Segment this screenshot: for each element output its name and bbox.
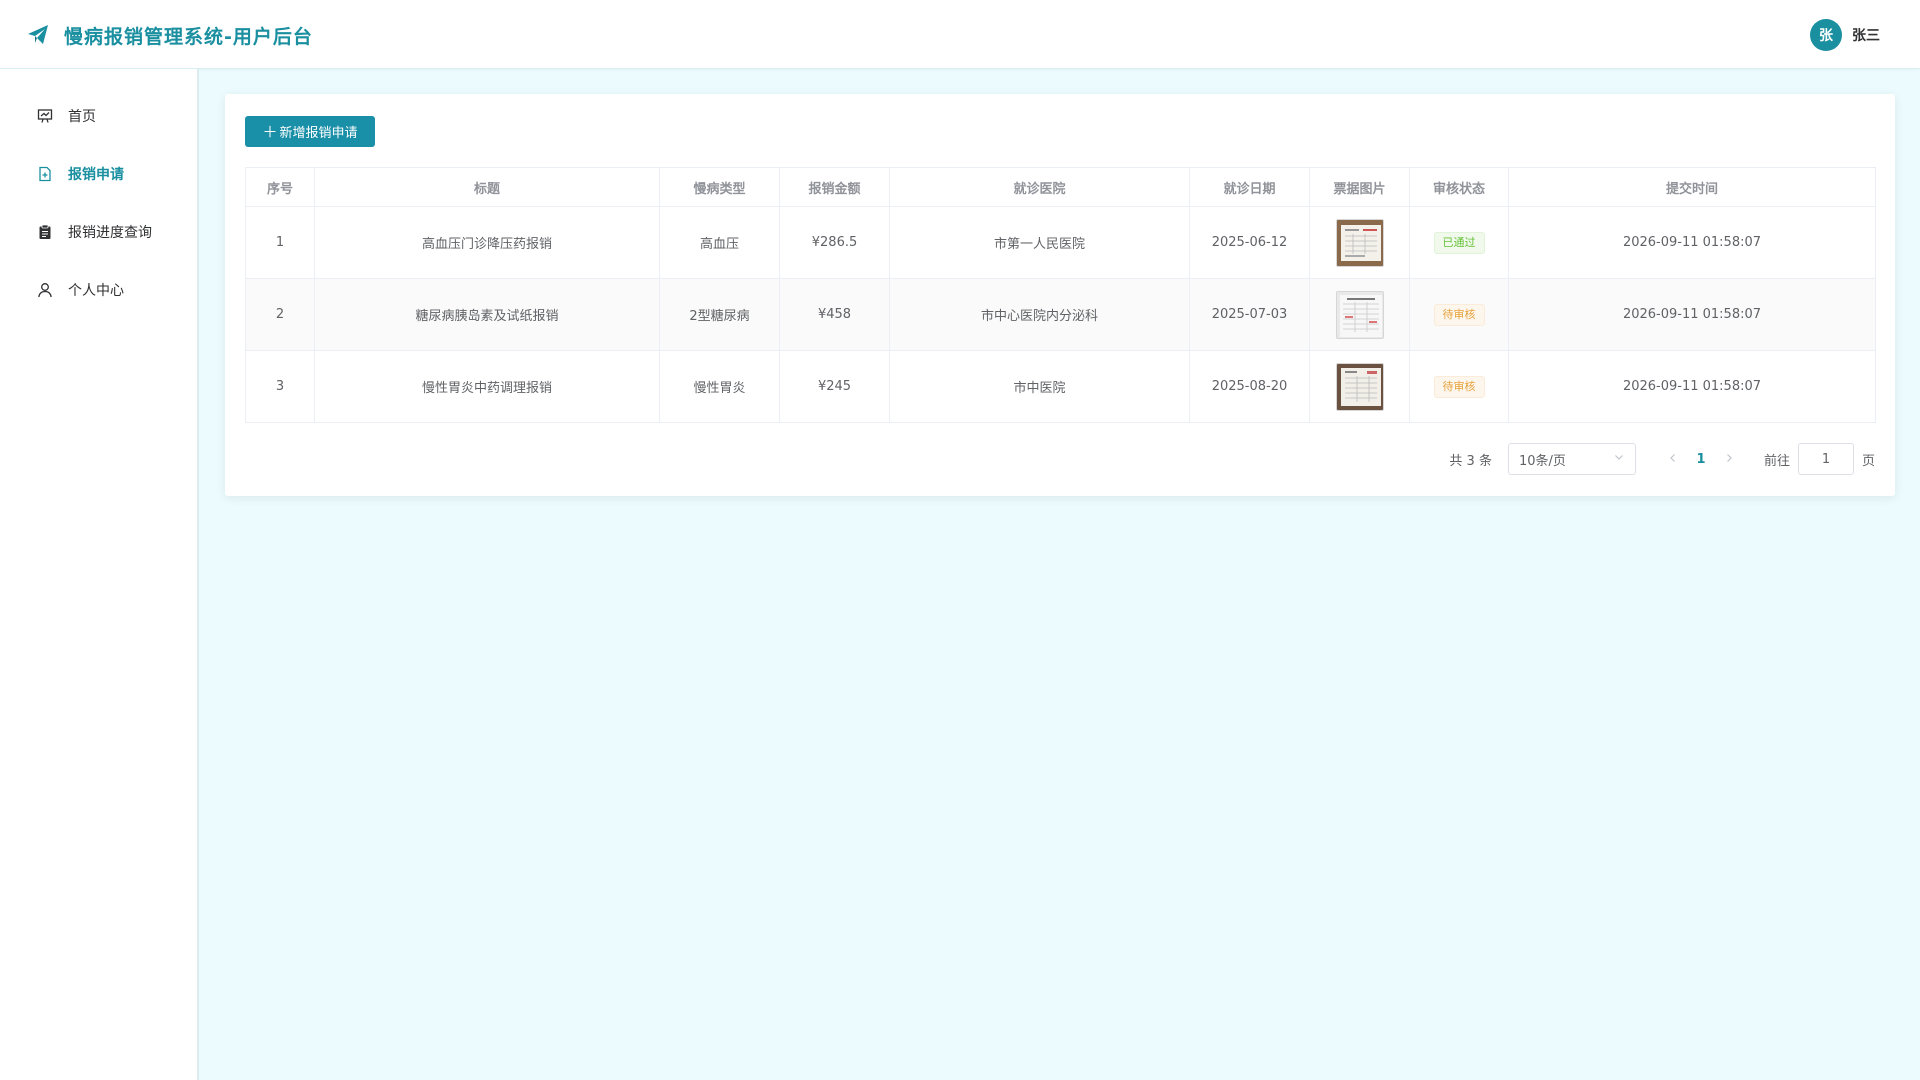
avatar[interactable]: 张 xyxy=(1810,19,1842,51)
brand[interactable]: 慢病报销管理系统-用户后台 xyxy=(26,20,313,50)
cell-visit-date: 2025-07-03 xyxy=(1189,278,1310,351)
cell-status: 已通过 xyxy=(1409,206,1509,279)
cell-receipt-image xyxy=(1309,278,1410,351)
page-size-value: 10条/页 xyxy=(1518,453,1566,469)
goto-page-input[interactable] xyxy=(1797,443,1854,475)
cell-submit-time: 2026-09-11 01:58:07 xyxy=(1508,206,1876,279)
sidebar-item-home[interactable]: 首页 xyxy=(0,96,197,136)
cell-index: 1 xyxy=(245,206,315,279)
chevron-down-icon xyxy=(1613,451,1625,467)
app-title: 慢病报销管理系统-用户后台 xyxy=(64,25,313,48)
cell-amount: ¥245 xyxy=(779,350,890,423)
cell-index: 2 xyxy=(245,278,315,351)
reimbursement-table: 序号 标题 慢病类型 报销金额 就诊医院 就诊日期 票据图片 审核状态 提交时间… xyxy=(245,167,1876,423)
cell-status: 待审核 xyxy=(1409,278,1509,351)
sidebar-item-label: 报销进度查询 xyxy=(68,225,152,241)
user-menu[interactable]: 张 张三 xyxy=(1810,19,1880,51)
sidebar-item-label: 首页 xyxy=(68,109,96,125)
status-badge: 待审核 xyxy=(1433,303,1485,326)
page-suffix: 页 xyxy=(1861,453,1875,469)
receipt-thumbnail[interactable] xyxy=(1335,218,1384,267)
cell-title: 糖尿病胰岛素及试纸报销 xyxy=(314,278,660,351)
cell-hospital: 市第一人民医院 xyxy=(889,206,1190,279)
user-icon xyxy=(36,281,54,299)
cell-submit-time: 2026-09-11 01:58:07 xyxy=(1508,350,1876,423)
plus-icon: ＋ xyxy=(262,123,278,141)
cell-title: 慢性胃炎中药调理报销 xyxy=(314,350,660,423)
cell-disease-type: 慢性胃炎 xyxy=(659,350,780,423)
column-header-disease-type[interactable]: 慢病类型 xyxy=(659,167,780,207)
chevron-left-icon xyxy=(1670,454,1675,462)
status-badge: 已通过 xyxy=(1433,231,1485,254)
column-header-index[interactable]: 序号 xyxy=(245,167,315,207)
status-badge: 待审核 xyxy=(1433,375,1485,398)
document-add-icon xyxy=(36,165,54,183)
column-header-title[interactable]: 标题 xyxy=(314,167,660,207)
sidebar-item-progress-query[interactable]: 报销进度查询 xyxy=(0,212,197,252)
add-button-label: 新增报销申请 xyxy=(279,126,358,141)
cell-disease-type: 2型糖尿病 xyxy=(659,278,780,351)
column-header-visit-date[interactable]: 就诊日期 xyxy=(1189,167,1310,207)
paper-plane-icon xyxy=(26,23,50,47)
table-row[interactable]: 1 高血压门诊降压药报销 高血压 ¥286.5 市第一人民医院 2025-06-… xyxy=(245,206,1876,279)
table-header-row: 序号 标题 慢病类型 报销金额 就诊医院 就诊日期 票据图片 审核状态 提交时间 xyxy=(245,167,1876,207)
table-row[interactable]: 3 慢性胃炎中药调理报销 慢性胃炎 ¥245 市中医院 2025-08-20 待… xyxy=(245,350,1876,423)
reimbursement-list-card: ＋ 新增报销申请 序号 标题 慢病类型 报销金额 就诊医院 就诊日期 票据图片 … xyxy=(225,94,1895,496)
column-header-hospital[interactable]: 就诊医院 xyxy=(889,167,1190,207)
cell-hospital: 市中心医院内分泌科 xyxy=(889,278,1190,351)
column-header-status[interactable]: 审核状态 xyxy=(1409,167,1509,207)
cell-index: 3 xyxy=(245,350,315,423)
next-page-button[interactable] xyxy=(1716,451,1742,467)
sidebar-item-profile[interactable]: 个人中心 xyxy=(0,270,197,310)
cell-status: 待审核 xyxy=(1409,350,1509,423)
cell-disease-type: 高血压 xyxy=(659,206,780,279)
column-header-receipt-image[interactable]: 票据图片 xyxy=(1309,167,1410,207)
receipt-thumbnail[interactable] xyxy=(1335,290,1384,339)
add-reimbursement-button[interactable]: ＋ 新增报销申请 xyxy=(245,116,375,147)
cell-submit-time: 2026-09-11 01:58:07 xyxy=(1508,278,1876,351)
goto-label: 前往 xyxy=(1763,453,1790,469)
cell-visit-date: 2025-08-20 xyxy=(1189,350,1310,423)
cell-amount: ¥458 xyxy=(779,278,890,351)
sidebar: 首页 报销申请 报销进度查询 个人中心 xyxy=(0,69,199,1080)
page-number-current[interactable]: 1 xyxy=(1686,452,1716,467)
column-header-submit-time[interactable]: 提交时间 xyxy=(1508,167,1876,207)
cell-receipt-image xyxy=(1309,350,1410,423)
pagination: 共 3 条 10条/页 1 前往 页 xyxy=(1449,443,1875,475)
cell-title: 高血压门诊降压药报销 xyxy=(314,206,660,279)
chevron-right-icon xyxy=(1727,454,1732,462)
sidebar-item-label: 个人中心 xyxy=(68,283,124,299)
table-row[interactable]: 2 糖尿病胰岛素及试纸报销 2型糖尿病 ¥458 市中心医院内分泌科 2025-… xyxy=(245,278,1876,351)
user-name[interactable]: 张三 xyxy=(1852,25,1880,45)
page-size-select[interactable]: 10条/页 xyxy=(1507,443,1636,475)
cell-visit-date: 2025-06-12 xyxy=(1189,206,1310,279)
sidebar-item-reimbursement-apply[interactable]: 报销申请 xyxy=(0,154,197,194)
cell-hospital: 市中医院 xyxy=(889,350,1190,423)
receipt-thumbnail[interactable] xyxy=(1335,362,1384,411)
top-header: 慢病报销管理系统-用户后台 张 张三 xyxy=(0,0,1920,69)
cell-amount: ¥286.5 xyxy=(779,206,890,279)
presentation-icon xyxy=(36,107,54,125)
column-header-amount[interactable]: 报销金额 xyxy=(779,167,890,207)
sidebar-item-label: 报销申请 xyxy=(68,167,124,183)
cell-receipt-image xyxy=(1309,206,1410,279)
pagination-total: 共 3 条 xyxy=(1449,453,1492,469)
prev-page-button[interactable] xyxy=(1660,451,1686,467)
clipboard-icon xyxy=(36,223,54,241)
